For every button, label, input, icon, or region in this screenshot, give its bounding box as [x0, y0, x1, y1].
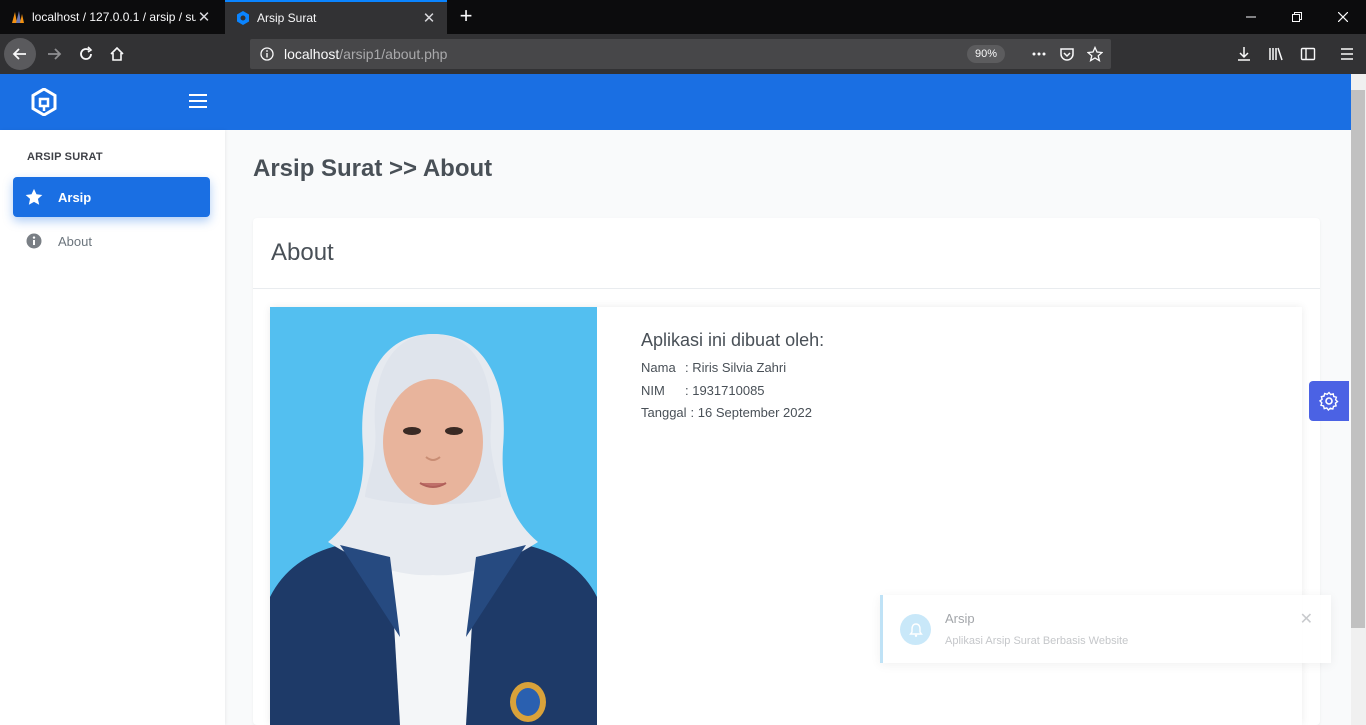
star-icon — [25, 188, 43, 206]
info-row: NIM : 1931710085 — [641, 380, 824, 403]
downloads-icon[interactable] — [1228, 38, 1260, 70]
sidebar-item-about[interactable]: About — [13, 221, 210, 261]
toast-title: Arsip — [945, 611, 975, 626]
browser-tab-bar: localhost / 127.0.0.1 / arsip / surat ✕ … — [0, 0, 1366, 34]
url-text: localhost/arsip1/about.php — [284, 46, 447, 62]
toast-message: Aplikasi Arsip Surat Berbasis Website — [945, 635, 1129, 647]
info-value: : 16 September 2022 — [690, 405, 812, 420]
address-bar[interactable]: localhost/arsip1/about.php 90% — [250, 39, 1111, 69]
close-icon[interactable]: ✕ — [1300, 609, 1313, 629]
forward-icon[interactable] — [38, 38, 70, 70]
pocket-icon[interactable] — [1059, 46, 1075, 62]
tab-title: localhost / 127.0.0.1 / arsip / surat — [32, 10, 196, 24]
info-value: : 1931710085 — [685, 382, 765, 398]
browser-tab[interactable]: localhost / 127.0.0.1 / arsip / surat ✕ — [0, 0, 222, 34]
browser-tab-active[interactable]: Arsip Surat ✕ — [225, 0, 447, 34]
scrollbar-thumb[interactable] — [1351, 90, 1365, 628]
bell-icon — [900, 614, 931, 645]
settings-button[interactable] — [1309, 381, 1349, 421]
profile-photo — [270, 307, 597, 725]
card-title: About — [271, 239, 334, 266]
info-icon[interactable] — [260, 47, 274, 61]
new-tab-icon[interactable]: + — [455, 5, 477, 27]
reload-icon[interactable] — [70, 38, 102, 70]
author-info: Aplikasi ini dibuat oleh: Nama : Riris S… — [641, 330, 824, 425]
close-tab-icon[interactable]: ✕ — [196, 8, 212, 26]
gear-icon — [1319, 391, 1339, 411]
sidebar-toggle-icon[interactable] — [1292, 38, 1324, 70]
info-row: Nama : Riris Silvia Zahri — [641, 357, 824, 380]
app-logo-icon — [237, 11, 249, 25]
home-icon[interactable] — [101, 38, 133, 70]
brand-logo-icon[interactable] — [31, 88, 57, 116]
app-header — [0, 74, 1351, 130]
notification-toast: Arsip Aplikasi Arsip Surat Berbasis Webs… — [880, 595, 1331, 663]
sidebar-heading: ARSIP SURAT — [27, 151, 103, 163]
url-host: localhost — [284, 46, 340, 62]
sidebar-item-label: About — [58, 233, 92, 249]
minimize-icon[interactable] — [1228, 0, 1274, 34]
close-tab-icon[interactable]: ✕ — [421, 9, 437, 27]
sidebar-item-arsip[interactable]: Arsip — [13, 177, 210, 217]
menu-icon[interactable] — [1331, 38, 1363, 70]
tab-title: Arsip Surat — [257, 11, 317, 25]
back-icon[interactable] — [4, 38, 36, 70]
more-actions-icon[interactable] — [1031, 46, 1047, 62]
phpmyadmin-icon — [12, 11, 24, 23]
info-key: Nama — [641, 360, 676, 375]
sidebar: ARSIP SURAT Arsip About — [0, 130, 225, 725]
info-icon — [25, 232, 43, 250]
sidebar-item-label: Arsip — [58, 189, 92, 205]
library-icon[interactable] — [1260, 38, 1292, 70]
zoom-badge[interactable]: 90% — [967, 45, 1006, 63]
close-window-icon[interactable] — [1320, 0, 1366, 34]
card-header: About — [253, 218, 1320, 289]
info-row: Tanggal : 16 September 2022 — [641, 402, 824, 425]
info-key: Tanggal — [641, 405, 687, 420]
url-path: /arsip1/about.php — [339, 46, 448, 62]
restore-icon[interactable] — [1274, 0, 1320, 34]
info-title: Aplikasi ini dibuat oleh: — [641, 330, 825, 350]
bookmark-star-icon[interactable] — [1087, 46, 1103, 62]
hamburger-menu-icon[interactable] — [188, 93, 208, 109]
page-title: Arsip Surat >> About — [253, 155, 493, 182]
info-value: : Riris Silvia Zahri — [685, 360, 787, 375]
info-key: NIM — [641, 382, 665, 398]
